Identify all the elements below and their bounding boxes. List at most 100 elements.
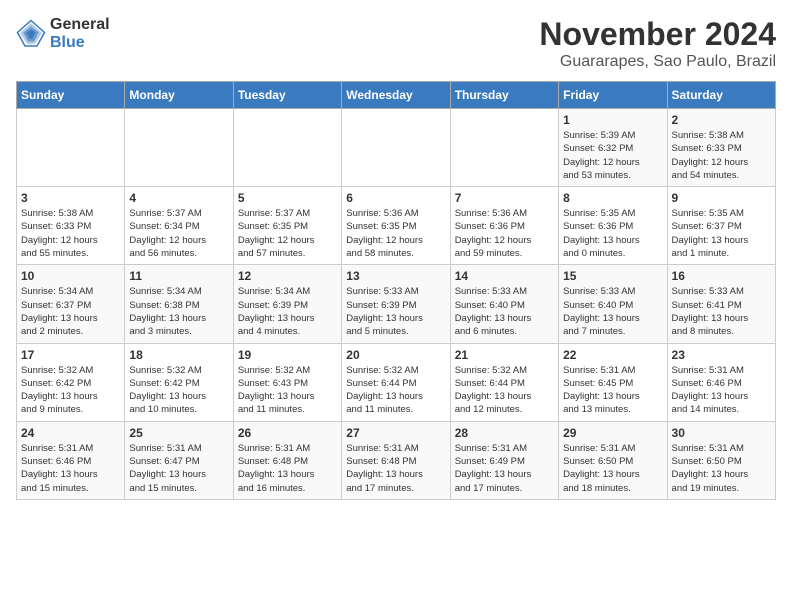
title-area: November 2024 Guararapes, Sao Paulo, Bra… xyxy=(539,16,776,71)
calendar-header: SundayMondayTuesdayWednesdayThursdayFrid… xyxy=(17,82,776,109)
day-cell: 28Sunrise: 5:31 AM Sunset: 6:49 PM Dayli… xyxy=(450,421,558,499)
day-number: 3 xyxy=(21,191,120,205)
day-number: 5 xyxy=(238,191,337,205)
day-number: 11 xyxy=(129,269,228,283)
day-info: Sunrise: 5:35 AM Sunset: 6:36 PM Dayligh… xyxy=(563,207,662,260)
day-info: Sunrise: 5:36 AM Sunset: 6:35 PM Dayligh… xyxy=(346,207,445,260)
logo-text: General Blue xyxy=(50,16,110,51)
day-info: Sunrise: 5:36 AM Sunset: 6:36 PM Dayligh… xyxy=(455,207,554,260)
day-info: Sunrise: 5:32 AM Sunset: 6:43 PM Dayligh… xyxy=(238,364,337,417)
day-cell: 22Sunrise: 5:31 AM Sunset: 6:45 PM Dayli… xyxy=(559,343,667,421)
day-cell: 14 Sunrise: 5:33 AM Sunset: 6:40 PM Dayli… xyxy=(450,265,558,343)
week-row-1: 3 Sunrise: 5:38 AM Sunset: 6:33 PM Daylig… xyxy=(17,187,776,265)
day-info: Sunrise: 5:31 AM Sunset: 6:50 PM Dayligh… xyxy=(563,442,662,495)
day-info: Sunrise: 5:38 AM Sunset: 6:33 PM Dayligh… xyxy=(672,129,771,182)
day-info: Sunrise: 5:37 AM Sunset: 6:34 PM Dayligh… xyxy=(129,207,228,260)
day-number: 6 xyxy=(346,191,445,205)
week-row-3: 17 Sunrise: 5:32 AM Sunset: 6:42 PM Dayli… xyxy=(17,343,776,421)
calendar-table: SundayMondayTuesdayWednesdayThursdayFrid… xyxy=(16,81,776,500)
week-row-2: 10 Sunrise: 5:34 AM Sunset: 6:37 PM Dayli… xyxy=(17,265,776,343)
day-number: 4 xyxy=(129,191,228,205)
day-cell: 23 Sunrise: 5:31 AM Sunset: 6:46 PM Dayli… xyxy=(667,343,775,421)
day-info: Sunrise: 5:31 AM Sunset: 6:45 PM Dayligh… xyxy=(563,364,662,417)
day-number: 2 xyxy=(672,113,771,127)
day-cell: 18 Sunrise: 5:32 AM Sunset: 6:42 PM Dayli… xyxy=(125,343,233,421)
day-info: Sunrise: 5:31 AM Sunset: 6:48 PM Dayligh… xyxy=(346,442,445,495)
logo-blue: Blue xyxy=(50,34,110,52)
day-cell: 5 Sunrise: 5:37 AM Sunset: 6:35 PM Daylig… xyxy=(233,187,341,265)
day-number: 23 xyxy=(672,348,771,362)
day-number: 14 xyxy=(455,269,554,283)
header: General Blue November 2024 Guararapes, S… xyxy=(16,16,776,71)
day-number: 30 xyxy=(672,426,771,440)
day-number: 12 xyxy=(238,269,337,283)
calendar-title: November 2024 xyxy=(539,16,776,53)
header-day-monday: Monday xyxy=(125,82,233,109)
day-info: Sunrise: 5:31 AM Sunset: 6:50 PM Dayligh… xyxy=(672,442,771,495)
day-info: Sunrise: 5:35 AM Sunset: 6:37 PM Dayligh… xyxy=(672,207,771,260)
day-cell: 7Sunrise: 5:36 AM Sunset: 6:36 PM Daylig… xyxy=(450,187,558,265)
day-number: 19 xyxy=(238,348,337,362)
day-cell: 17 Sunrise: 5:32 AM Sunset: 6:42 PM Dayli… xyxy=(17,343,125,421)
header-row: SundayMondayTuesdayWednesdayThursdayFrid… xyxy=(17,82,776,109)
day-number: 18 xyxy=(129,348,228,362)
day-info: Sunrise: 5:31 AM Sunset: 6:46 PM Dayligh… xyxy=(21,442,120,495)
day-info: Sunrise: 5:33 AM Sunset: 6:39 PM Dayligh… xyxy=(346,285,445,338)
day-number: 10 xyxy=(21,269,120,283)
header-day-saturday: Saturday xyxy=(667,82,775,109)
day-number: 21 xyxy=(455,348,554,362)
day-info: Sunrise: 5:34 AM Sunset: 6:37 PM Dayligh… xyxy=(21,285,120,338)
day-cell: 4 Sunrise: 5:37 AM Sunset: 6:34 PM Daylig… xyxy=(125,187,233,265)
day-number: 20 xyxy=(346,348,445,362)
day-cell: 16 Sunrise: 5:33 AM Sunset: 6:41 PM Dayli… xyxy=(667,265,775,343)
day-cell xyxy=(450,109,558,187)
calendar-body: 1Sunrise: 5:39 AM Sunset: 6:32 PM Daylig… xyxy=(17,109,776,500)
day-info: Sunrise: 5:32 AM Sunset: 6:44 PM Dayligh… xyxy=(455,364,554,417)
day-cell: 30 Sunrise: 5:31 AM Sunset: 6:50 PM Dayli… xyxy=(667,421,775,499)
day-info: Sunrise: 5:31 AM Sunset: 6:48 PM Dayligh… xyxy=(238,442,337,495)
day-number: 9 xyxy=(672,191,771,205)
day-cell: 27 Sunrise: 5:31 AM Sunset: 6:48 PM Dayli… xyxy=(342,421,450,499)
day-info: Sunrise: 5:32 AM Sunset: 6:44 PM Dayligh… xyxy=(346,364,445,417)
day-cell: 8 Sunrise: 5:35 AM Sunset: 6:36 PM Daylig… xyxy=(559,187,667,265)
day-cell: 15 Sunrise: 5:33 AM Sunset: 6:40 PM Dayli… xyxy=(559,265,667,343)
calendar-subtitle: Guararapes, Sao Paulo, Brazil xyxy=(539,53,776,71)
day-info: Sunrise: 5:33 AM Sunset: 6:40 PM Dayligh… xyxy=(563,285,662,338)
day-info: Sunrise: 5:32 AM Sunset: 6:42 PM Dayligh… xyxy=(21,364,120,417)
day-cell xyxy=(17,109,125,187)
day-number: 17 xyxy=(21,348,120,362)
day-cell xyxy=(342,109,450,187)
day-number: 15 xyxy=(563,269,662,283)
day-cell xyxy=(233,109,341,187)
header-day-friday: Friday xyxy=(559,82,667,109)
day-info: Sunrise: 5:39 AM Sunset: 6:32 PM Dayligh… xyxy=(563,129,662,182)
day-cell: 20 Sunrise: 5:32 AM Sunset: 6:44 PM Dayli… xyxy=(342,343,450,421)
day-cell: 10 Sunrise: 5:34 AM Sunset: 6:37 PM Dayli… xyxy=(17,265,125,343)
logo-icon xyxy=(16,19,46,49)
day-cell: 1Sunrise: 5:39 AM Sunset: 6:32 PM Daylig… xyxy=(559,109,667,187)
day-number: 25 xyxy=(129,426,228,440)
day-cell: 3 Sunrise: 5:38 AM Sunset: 6:33 PM Daylig… xyxy=(17,187,125,265)
day-number: 13 xyxy=(346,269,445,283)
day-cell: 11Sunrise: 5:34 AM Sunset: 6:38 PM Dayli… xyxy=(125,265,233,343)
day-cell: 29 Sunrise: 5:31 AM Sunset: 6:50 PM Dayli… xyxy=(559,421,667,499)
day-number: 8 xyxy=(563,191,662,205)
day-number: 27 xyxy=(346,426,445,440)
week-row-0: 1Sunrise: 5:39 AM Sunset: 6:32 PM Daylig… xyxy=(17,109,776,187)
day-number: 16 xyxy=(672,269,771,283)
day-cell: 13 Sunrise: 5:33 AM Sunset: 6:39 PM Dayli… xyxy=(342,265,450,343)
day-number: 29 xyxy=(563,426,662,440)
day-info: Sunrise: 5:32 AM Sunset: 6:42 PM Dayligh… xyxy=(129,364,228,417)
day-info: Sunrise: 5:31 AM Sunset: 6:47 PM Dayligh… xyxy=(129,442,228,495)
day-info: Sunrise: 5:31 AM Sunset: 6:49 PM Dayligh… xyxy=(455,442,554,495)
day-info: Sunrise: 5:38 AM Sunset: 6:33 PM Dayligh… xyxy=(21,207,120,260)
header-day-thursday: Thursday xyxy=(450,82,558,109)
day-cell: 12Sunrise: 5:34 AM Sunset: 6:39 PM Dayli… xyxy=(233,265,341,343)
day-cell xyxy=(125,109,233,187)
day-info: Sunrise: 5:31 AM Sunset: 6:46 PM Dayligh… xyxy=(672,364,771,417)
day-info: Sunrise: 5:33 AM Sunset: 6:41 PM Dayligh… xyxy=(672,285,771,338)
logo-general: General xyxy=(50,16,110,34)
header-day-tuesday: Tuesday xyxy=(233,82,341,109)
day-info: Sunrise: 5:33 AM Sunset: 6:40 PM Dayligh… xyxy=(455,285,554,338)
day-info: Sunrise: 5:37 AM Sunset: 6:35 PM Dayligh… xyxy=(238,207,337,260)
